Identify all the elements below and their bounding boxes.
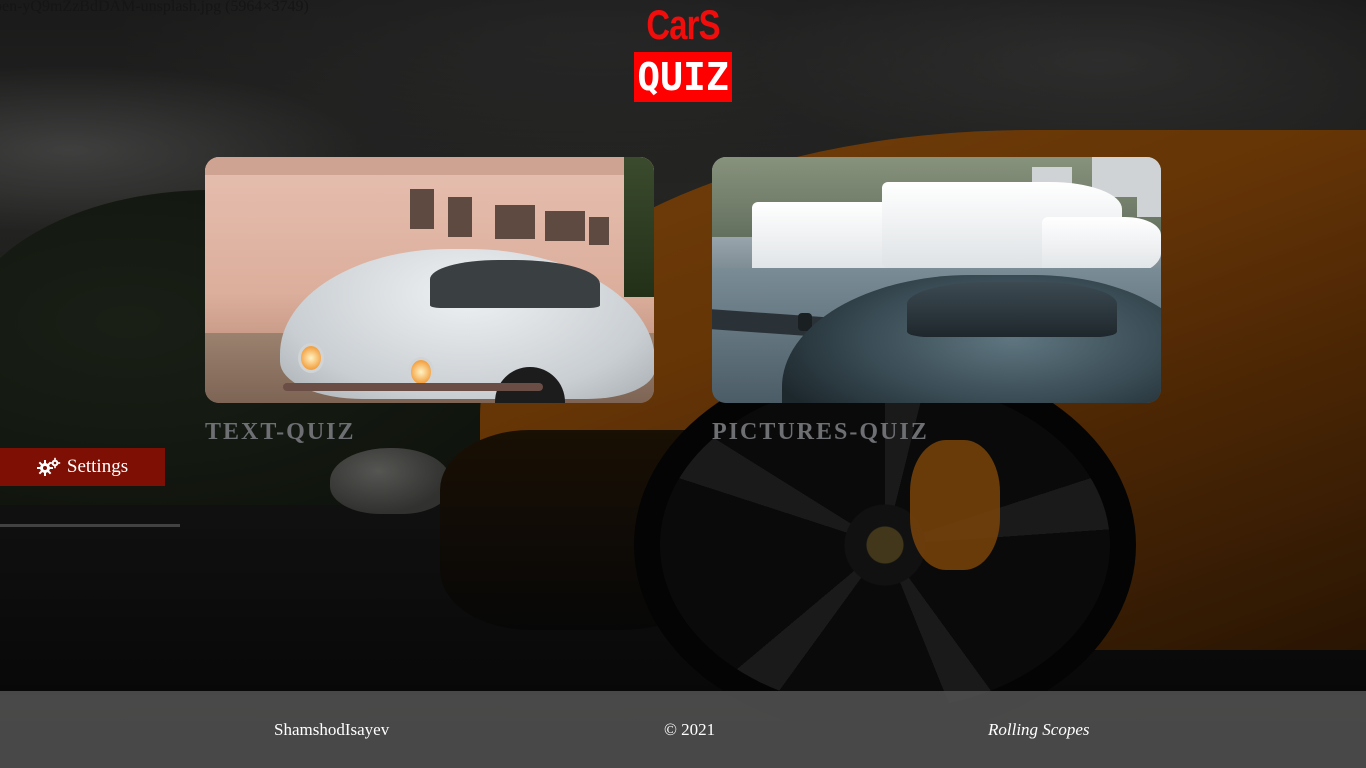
footer-copyright: © 2021 [664, 720, 716, 739]
footer: ShamshodIsayev © 2021 Rolling Scopes [0, 691, 1366, 768]
pictures-quiz-image[interactable] [712, 157, 1161, 403]
text-quiz-label[interactable]: TEXT-QUIZ [205, 419, 654, 446]
text-quiz-card[interactable]: TEXT-QUIZ [205, 157, 654, 446]
settings-label: Settings [66, 456, 129, 477]
gears-icon [36, 457, 61, 477]
text-quiz-image[interactable] [205, 157, 654, 403]
pictures-quiz-card[interactable]: PICTURES-QUIZ [712, 157, 1161, 446]
pictures-quiz-label[interactable]: PICTURES-QUIZ [712, 419, 1161, 446]
footer-author-link[interactable]: ShamshodIsayev [274, 720, 389, 740]
logo-cars-text: CarS [646, 1, 720, 48]
app-logo: CarS QUIZ [0, 2, 1366, 102]
logo-quiz-text: QUIZ [634, 52, 732, 102]
settings-button[interactable]: Settings [0, 448, 165, 486]
footer-rolling-scopes-link[interactable]: Rolling Scopes [988, 720, 1090, 740]
